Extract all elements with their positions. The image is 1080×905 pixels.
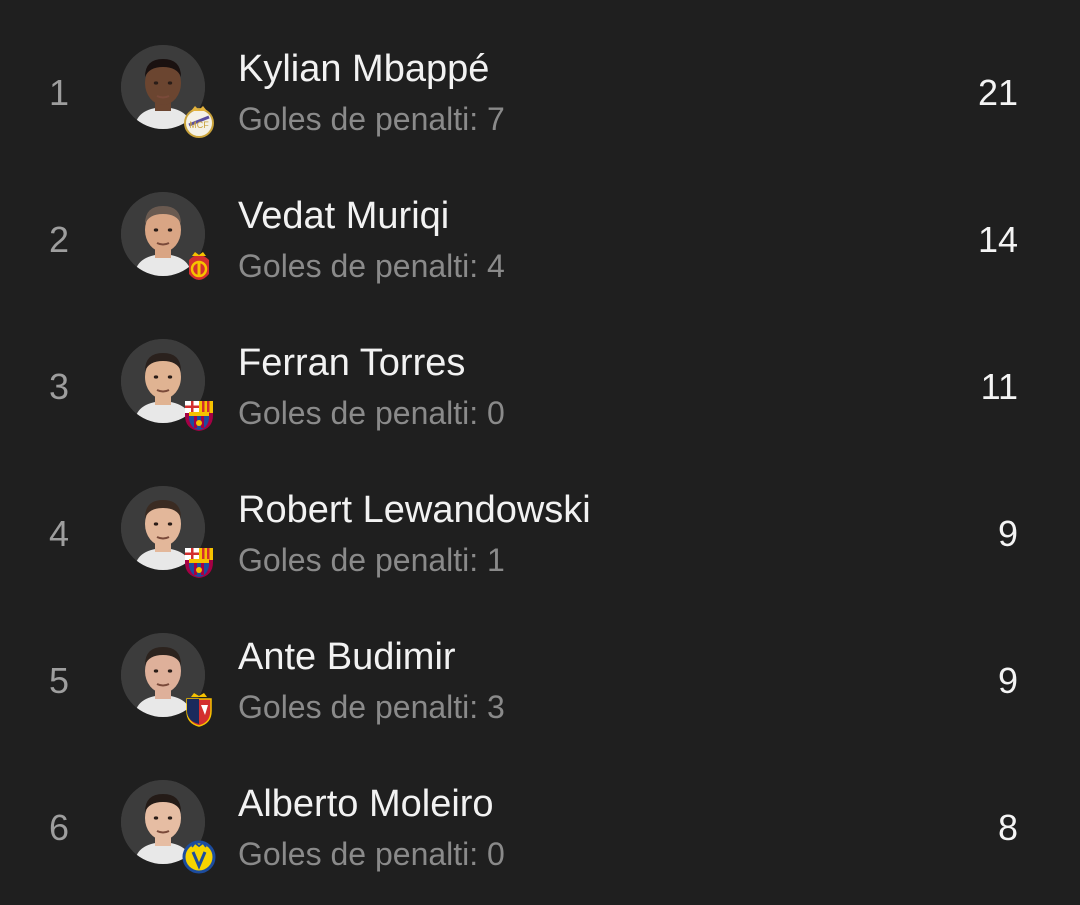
goals-count: 11 [980,365,1018,407]
player-avatar[interactable] [121,779,217,876]
player-name[interactable]: Kylian Mbappé [238,48,489,91]
scorer-row[interactable]: 1 MCF Kylian Mbappé Goles de penalti: 7 21 [0,19,1080,166]
player-name[interactable]: Vedat Muriqi [238,195,449,238]
penalty-goals-label: Goles de penalti: [238,542,479,578]
scorer-row[interactable]: 4 Robert Lewandowski Goles de penalti: 1 9 [0,460,1080,607]
villarreal-crest-icon [181,838,217,874]
player-avatar[interactable]: MCF [121,44,217,141]
penalty-goals-value: 0 [487,395,505,431]
goals-count: 8 [997,806,1018,848]
penalty-goals-text: Goles de penalti: 0 [238,395,505,432]
barcelona-crest-icon [181,397,217,433]
svg-text:MCF: MCF [189,120,209,130]
scorer-row[interactable]: 3 Ferran Torres Goles de penalti: 0 11 [0,313,1080,460]
barcelona-crest-icon [181,544,217,580]
penalty-goals-text: Goles de penalti: 7 [238,101,505,138]
penalty-goals-text: Goles de penalti: 1 [238,542,505,579]
goals-count: 21 [977,71,1018,113]
penalty-goals-label: Goles de penalti: [238,689,479,725]
rank-number: 6 [48,806,70,848]
penalty-goals-value: 4 [487,248,505,284]
scorer-row[interactable]: 2 Vedat Muriqi Goles de penalti: 4 14 [0,166,1080,313]
scorers-list: 1 MCF Kylian Mbappé Goles de penalti: 7 21 2 V… [0,0,1080,905]
rank-number: 3 [48,365,70,407]
scorer-row[interactable]: 5 Ante Budimir Goles de penalti: 3 9 [0,607,1080,754]
penalty-goals-text: Goles de penalti: 4 [238,248,505,285]
osasuna-crest-icon [181,691,217,727]
player-avatar[interactable] [121,338,217,435]
goals-count: 14 [977,218,1018,260]
penalty-goals-value: 7 [487,101,505,137]
penalty-goals-label: Goles de penalti: [238,395,479,431]
penalty-goals-label: Goles de penalti: [238,836,479,872]
rank-number: 5 [48,659,70,701]
player-name[interactable]: Robert Lewandowski [238,489,591,532]
player-name[interactable]: Alberto Moleiro [238,783,494,826]
penalty-goals-value: 0 [487,836,505,872]
mallorca-crest-icon [181,250,217,286]
penalty-goals-value: 3 [487,689,505,725]
player-avatar[interactable] [121,485,217,582]
rank-number: 1 [48,71,70,113]
player-avatar[interactable] [121,191,217,288]
penalty-goals-text: Goles de penalti: 3 [238,689,505,726]
penalty-goals-label: Goles de penalti: [238,101,479,137]
player-avatar[interactable] [121,632,217,729]
penalty-goals-text: Goles de penalti: 0 [238,836,505,873]
scorer-row[interactable]: 6 Alberto Moleiro Goles de penalti: 0 8 [0,754,1080,901]
goals-count: 9 [997,512,1018,554]
penalty-goals-value: 1 [487,542,505,578]
rank-number: 4 [48,512,70,554]
rank-number: 2 [48,218,70,260]
goals-count: 9 [997,659,1018,701]
real-madrid-crest-icon: MCF [181,103,217,139]
penalty-goals-label: Goles de penalti: [238,248,479,284]
player-name[interactable]: Ante Budimir [238,636,456,679]
player-name[interactable]: Ferran Torres [238,342,465,385]
